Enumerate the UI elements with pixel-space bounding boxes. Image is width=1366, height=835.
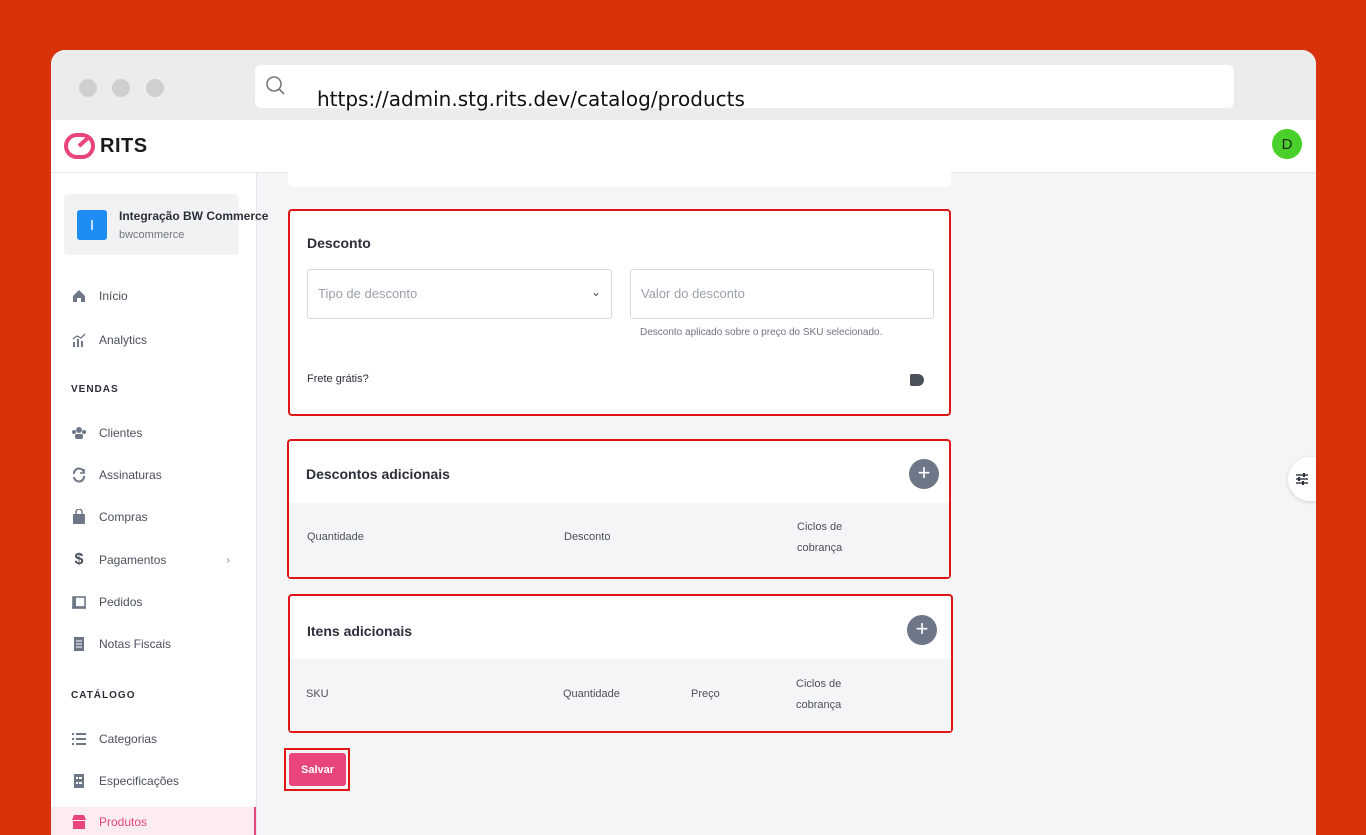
- store-name: Integração BW Commerce: [119, 209, 269, 223]
- sidebar-item-label: Pagamentos: [99, 553, 167, 567]
- sidebar-item-compras[interactable]: Compras: [51, 502, 256, 532]
- column-header: Ciclos de cobrança: [796, 678, 842, 711]
- frete-gratis-toggle[interactable]: [910, 374, 924, 386]
- previous-card-bottom: [288, 163, 951, 187]
- desconto-card: Desconto Tipo de desconto ⌄ Valor do des…: [288, 209, 951, 416]
- users-icon: [71, 425, 87, 441]
- logo-text: RITS: [100, 134, 148, 157]
- descontos-table-header: Quantidade Desconto Ciclos de cobrança: [289, 503, 949, 577]
- address-bar[interactable]: https://admin.stg.rits.dev/catalog/produ…: [255, 65, 1234, 111]
- sidebar-item-label: Clientes: [99, 426, 143, 440]
- itens-adicionais-title: Itens adicionais: [307, 623, 413, 639]
- browser-window: https://admin.stg.rits.dev/catalog/produ…: [51, 50, 1316, 835]
- valor-desconto-input[interactable]: Valor do desconto: [630, 269, 934, 319]
- chevron-right-icon: ›: [226, 554, 230, 566]
- frete-gratis-label: Frete grátis?: [307, 373, 369, 385]
- shopping-bag-icon: [71, 509, 87, 525]
- chevron-down-icon: ⌄: [590, 285, 601, 299]
- add-item-button[interactable]: +: [907, 615, 937, 645]
- valor-desconto-help: Desconto aplicado sobre o preço do SKU s…: [640, 327, 883, 338]
- sidebar-item-label: Pedidos: [99, 595, 143, 609]
- store-handle: bwcommerce: [119, 229, 185, 241]
- save-button-highlight: Salvar: [284, 748, 350, 791]
- tipo-desconto-placeholder: Tipo de desconto: [318, 286, 418, 301]
- sidebar-item-label: Assinaturas: [99, 468, 162, 482]
- section-title-vendas: VENDAS: [71, 384, 119, 395]
- rits-logo-icon: [64, 133, 95, 159]
- list-icon: [71, 731, 87, 747]
- add-desconto-button[interactable]: +: [909, 459, 939, 489]
- sidebar-item-assinaturas[interactable]: Assinaturas: [51, 460, 256, 490]
- url-text[interactable]: https://admin.stg.rits.dev/catalog/produ…: [317, 87, 745, 111]
- sidebar-item-label: Compras: [99, 510, 148, 524]
- sidebar-item-categorias[interactable]: Categorias: [51, 724, 256, 754]
- column-header: Ciclos de cobrança: [797, 521, 843, 554]
- section-title-catalogo: CATÁLOGO: [71, 690, 136, 701]
- sidebar-item-clientes[interactable]: Clientes: [51, 418, 256, 448]
- itens-adicionais-card: Itens adicionais + SKU Quantidade Preço …: [288, 594, 953, 733]
- sidebar-item-label: Especificações: [99, 774, 180, 788]
- sidebar-item-analytics[interactable]: Analytics: [51, 325, 256, 355]
- dollar-icon: $: [74, 551, 84, 568]
- sidebar-item-notas-fiscais[interactable]: Notas Fiscais: [51, 629, 256, 659]
- orders-icon: [71, 594, 87, 610]
- store-icon: [71, 814, 87, 830]
- descontos-adicionais-card: Descontos adicionais + Quantidade Descon…: [287, 439, 951, 579]
- itens-table-header: SKU Quantidade Preço Ciclos de cobrança: [290, 659, 951, 731]
- home-icon: [71, 288, 87, 304]
- sidebar-item-especificacoes[interactable]: Especificações: [51, 766, 256, 796]
- column-header: Preço: [691, 688, 720, 700]
- main-content: Desconto Tipo de desconto ⌄ Valor do des…: [257, 163, 1316, 835]
- analytics-icon: [71, 332, 87, 348]
- window-minimize-dot[interactable]: [112, 79, 130, 97]
- sidebar-item-label: Categorias: [99, 732, 158, 746]
- column-header: Quantidade: [307, 531, 364, 543]
- store-switcher[interactable]: I Integração BW Commerce bwcommerce: [64, 194, 268, 255]
- sidebar-item-label: Analytics: [99, 333, 148, 347]
- descontos-adicionais-title: Descontos adicionais: [306, 466, 450, 482]
- browser-chrome: https://admin.stg.rits.dev/catalog/produ…: [51, 50, 1316, 120]
- sidebar: I Integração BW Commerce bwcommerce Iníc…: [51, 173, 268, 835]
- settings-float-button[interactable]: [1288, 457, 1316, 501]
- receipt-icon: [71, 636, 87, 652]
- window-close-dot[interactable]: [79, 79, 97, 97]
- valor-desconto-placeholder: Valor do desconto: [641, 286, 745, 301]
- desconto-title: Desconto: [307, 235, 371, 251]
- sliders-icon: [1296, 473, 1308, 485]
- store-badge: I: [77, 210, 107, 240]
- column-header: Desconto: [564, 531, 611, 543]
- app: RITS D I Integração BW Commerce bwcommer…: [51, 120, 1316, 835]
- user-avatar[interactable]: D: [1272, 129, 1302, 159]
- sidebar-item-label: Início: [99, 289, 128, 303]
- column-header: Quantidade: [563, 688, 620, 700]
- sidebar-item-produtos[interactable]: Produtos: [51, 807, 256, 835]
- sidebar-item-label: Produtos: [99, 815, 148, 829]
- window-maximize-dot[interactable]: [146, 79, 164, 97]
- refresh-icon: [71, 467, 87, 483]
- sidebar-item-inicio[interactable]: Início: [51, 281, 256, 311]
- sidebar-item-pedidos[interactable]: Pedidos: [51, 587, 256, 617]
- sidebar-item-label: Notas Fiscais: [99, 637, 172, 651]
- save-button[interactable]: Salvar: [289, 753, 346, 786]
- tipo-desconto-select[interactable]: Tipo de desconto ⌄: [307, 269, 612, 319]
- column-header: SKU: [306, 688, 329, 700]
- search-icon: [266, 76, 285, 95]
- sidebar-item-pagamentos[interactable]: $ Pagamentos ›: [51, 545, 256, 575]
- rits-logo[interactable]: RITS: [64, 132, 148, 160]
- checklist-icon: [71, 773, 87, 789]
